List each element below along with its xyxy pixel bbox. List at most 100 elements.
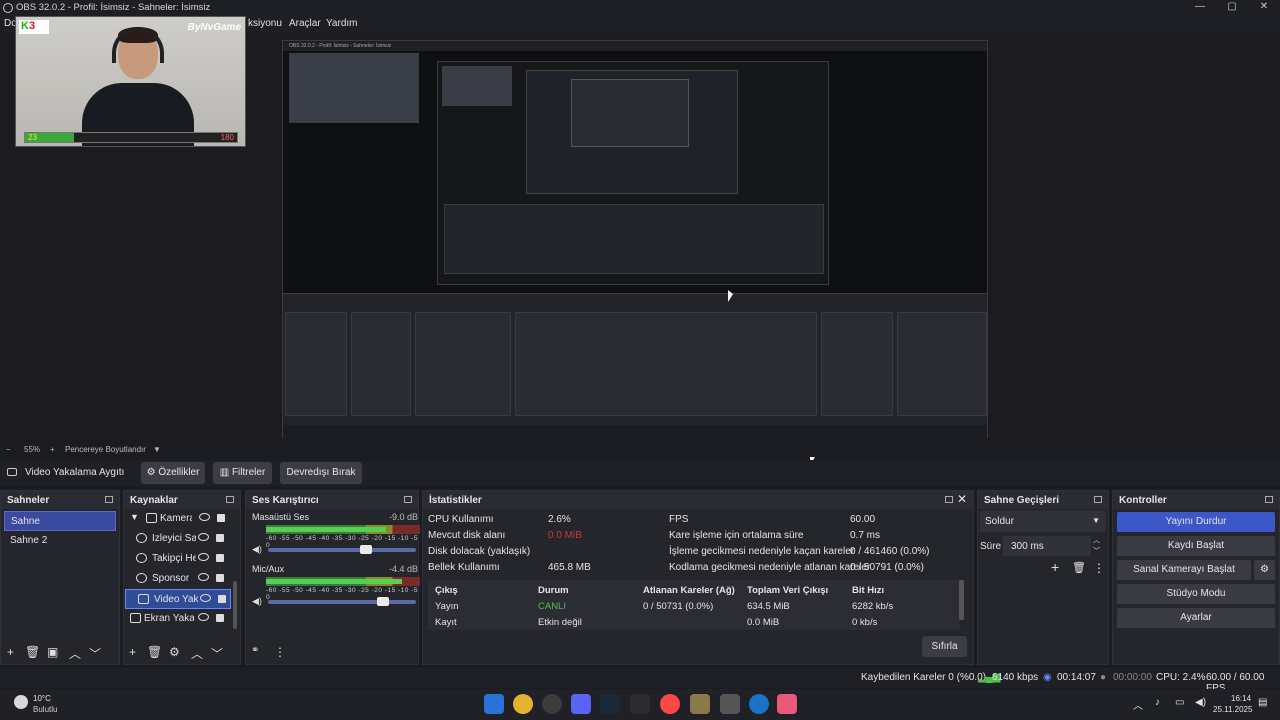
zoom-value[interactable]: 55%: [24, 445, 40, 454]
weather-icon[interactable]: [14, 695, 28, 709]
stat-label: İşleme gecikmesi nedeniyle kaçan kareler: [669, 546, 855, 557]
undock-icon[interactable]: [1265, 496, 1273, 503]
gear-icon[interactable]: ⚙: [1254, 560, 1275, 580]
gear-icon[interactable]: ⚙: [169, 645, 180, 659]
game-icon[interactable]: [690, 694, 710, 714]
notifications-icon[interactable]: ▤: [1258, 697, 1267, 708]
stop-stream-button[interactable]: Yayını Durdur: [1117, 512, 1275, 532]
file-explorer-icon[interactable]: [777, 694, 797, 714]
trash-icon[interactable]: 🗑: [1072, 561, 1086, 574]
table-cell: Yayın: [435, 601, 459, 612]
deactivate-button[interactable]: Devredışı Bırak: [280, 462, 362, 484]
lock-icon[interactable]: [216, 554, 224, 562]
epic-games-icon[interactable]: [630, 694, 650, 714]
reset-button[interactable]: Sıfırla: [922, 636, 967, 657]
close-icon[interactable]: ✕: [957, 492, 967, 506]
zoom-minus-button[interactable]: −: [6, 445, 11, 454]
add-icon[interactable]: +: [129, 645, 136, 659]
undock-icon[interactable]: [404, 496, 412, 503]
lock-icon[interactable]: [216, 534, 224, 542]
chevron-down-icon[interactable]: ▼: [153, 445, 161, 454]
move-up-icon[interactable]: ︿: [191, 645, 203, 662]
start-recording-button[interactable]: Kaydı Başlat: [1117, 536, 1275, 556]
filter-icon[interactable]: ▣: [47, 645, 58, 659]
more-icon[interactable]: ⋮: [1093, 561, 1105, 575]
scene-item[interactable]: Sahne 2: [4, 531, 116, 551]
speaker-icon[interactable]: ◀): [252, 596, 262, 606]
filters-button[interactable]: ▥ Filtreler: [213, 462, 272, 484]
obs-icon[interactable]: [542, 694, 562, 714]
settings-button[interactable]: Ayarlar: [1117, 608, 1275, 628]
minimize-button[interactable]: —: [1184, 0, 1216, 16]
add-icon[interactable]: +: [7, 645, 14, 659]
trash-icon[interactable]: 🗑: [147, 645, 162, 659]
volume-slider[interactable]: [268, 597, 416, 606]
chevron-down-icon[interactable]: ﹀: [1093, 546, 1100, 556]
link-icon[interactable]: ⚭: [251, 645, 259, 656]
source-item-video-capture[interactable]: Video Yakalama Aygıtı: [125, 589, 231, 609]
undock-icon[interactable]: [105, 496, 113, 503]
game2-icon[interactable]: [720, 694, 740, 714]
zoom-plus-button[interactable]: +: [50, 445, 55, 454]
lock-icon[interactable]: [216, 574, 224, 582]
battlenet-icon[interactable]: [749, 694, 769, 714]
nested-window-title: OBS 32.0.2 - Profil: İsimsiz - Sahneler:…: [283, 41, 987, 51]
move-down-icon[interactable]: ﹀: [211, 645, 223, 662]
record-time: 00:00:00: [1113, 672, 1152, 683]
eye-icon[interactable]: [198, 553, 209, 561]
volume-slider[interactable]: [268, 545, 416, 554]
stat-label: CPU Kullanımı: [428, 514, 494, 525]
eye-icon[interactable]: [198, 533, 209, 541]
collapse-icon[interactable]: ▼: [130, 512, 139, 522]
zoom-mode[interactable]: Pencereye Boyutlandır: [65, 445, 146, 454]
eye-icon[interactable]: [198, 573, 209, 581]
undock-icon[interactable]: [1094, 496, 1102, 503]
menu-docks[interactable]: ksiyonu: [248, 18, 282, 29]
chevron-up-icon[interactable]: ︿: [1133, 697, 1143, 712]
more-icon[interactable]: ⋮: [274, 645, 286, 659]
eye-icon[interactable]: [198, 613, 209, 621]
start-virtual-camera-button[interactable]: Sanal Kamerayı Başlat: [1117, 560, 1251, 580]
properties-button[interactable]: ⚙ Özellikler: [141, 462, 205, 484]
scenes-dock: Sahneler Sahne Sahne 2 + 🗑 ▣ ︿ ﹀: [0, 490, 120, 665]
steam-icon[interactable]: [600, 694, 620, 714]
lock-icon[interactable]: [216, 614, 224, 622]
studio-mode-button[interactable]: Stüdyo Modu: [1117, 584, 1275, 604]
menu-tools[interactable]: Araçlar: [289, 18, 321, 29]
close-button[interactable]: ✕: [1248, 0, 1280, 16]
duration-input[interactable]: 300 ms: [1003, 536, 1091, 556]
menu-help[interactable]: Yardım: [326, 18, 358, 29]
eye-icon[interactable]: [200, 594, 211, 602]
channel-db: -4.4 dB: [388, 564, 418, 574]
table-cell: Kayıt: [435, 617, 457, 628]
mic-icon[interactable]: ♪: [1155, 697, 1160, 708]
discord-icon[interactable]: [571, 694, 591, 714]
ea-icon[interactable]: [660, 694, 680, 714]
start-menu-icon[interactable]: [484, 694, 504, 714]
scrollbar[interactable]: [233, 581, 237, 629]
lock-icon[interactable]: [217, 514, 225, 522]
network-icon[interactable]: ▭: [1175, 697, 1184, 708]
undock-icon[interactable]: [945, 496, 953, 503]
screen-capture-source[interactable]: OBS 32.0.2 - Profil: İsimsiz - Sahneler:…: [282, 40, 988, 439]
move-down-icon[interactable]: ﹀: [89, 645, 101, 662]
lock-icon[interactable]: [218, 595, 226, 603]
table-cell: Etkin değil: [538, 617, 582, 628]
maximize-button[interactable]: ▢: [1216, 0, 1248, 16]
table-header: Atlanan Kareler (Ağ): [643, 585, 735, 596]
speaker-icon[interactable]: ◀): [252, 544, 262, 554]
volume-icon[interactable]: ◀): [1195, 697, 1206, 708]
transition-select[interactable]: Soldur ▼: [980, 511, 1106, 532]
chrome-icon[interactable]: [513, 694, 533, 714]
weather-desc: Bulutlu: [33, 705, 58, 714]
move-up-icon[interactable]: ︿: [69, 645, 81, 662]
chevron-up-icon[interactable]: ︿: [1093, 535, 1100, 545]
undock-icon[interactable]: [226, 496, 234, 503]
add-icon[interactable]: +: [1051, 559, 1059, 575]
scene-item[interactable]: Sahne: [4, 511, 116, 531]
eye-icon[interactable]: [199, 513, 210, 521]
webcam-source[interactable]: K3 ByNvGame 23 180: [15, 16, 246, 147]
duration-value: 300 ms: [1011, 541, 1044, 552]
scrollbar[interactable]: [959, 580, 964, 620]
trash-icon[interactable]: 🗑: [25, 645, 40, 659]
